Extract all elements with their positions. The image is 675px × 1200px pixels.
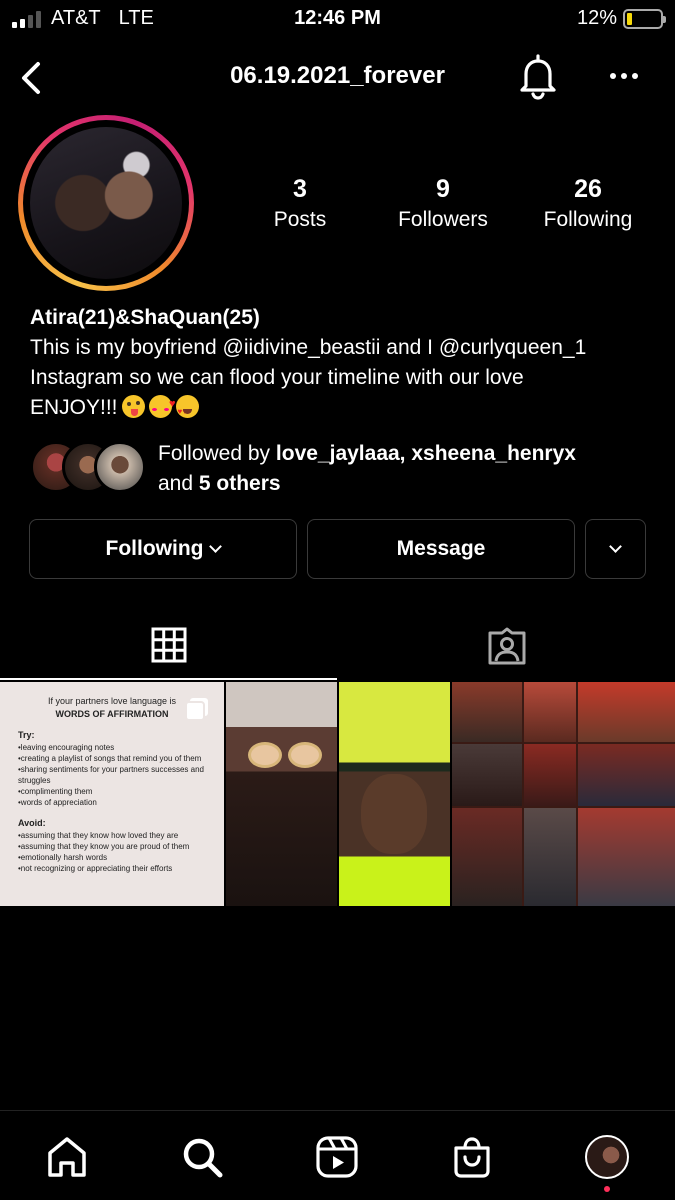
posts-stat[interactable]: 3 Posts xyxy=(262,175,338,232)
shop-icon xyxy=(454,1137,490,1178)
reels-icon xyxy=(316,1136,358,1178)
nav-home[interactable] xyxy=(43,1133,91,1181)
nav-reels[interactable] xyxy=(313,1133,361,1181)
followed-by-prefix: Followed by xyxy=(158,442,271,465)
post-tile-words-of-affirmation[interactable]: If your partners love language is WORDS … xyxy=(0,682,224,906)
selfie-photo-right xyxy=(339,682,450,906)
smiling-hearts-emoji-icon xyxy=(148,389,176,419)
try-items: •leaving encouraging notes •creating a p… xyxy=(18,743,204,807)
followed-by-text: Followed by love_jaylaaa, xsheena_henryx… xyxy=(158,439,576,499)
bottom-nav xyxy=(0,1110,675,1200)
profile-bio: Atira(21)&ShaQuan(25) This is my boyfrie… xyxy=(30,303,660,427)
posts-label: Posts xyxy=(273,208,327,231)
avatar-photo xyxy=(30,127,182,279)
followers-label: Followers xyxy=(398,208,488,231)
following-count: 26 xyxy=(574,175,602,203)
message-button[interactable]: Message xyxy=(307,519,575,579)
collage-photo xyxy=(578,744,675,806)
post-tile-selfies[interactable] xyxy=(226,682,450,906)
clock: 12:46 PM xyxy=(294,7,381,29)
try-label: Try: xyxy=(18,730,35,740)
collage-photo xyxy=(452,744,522,806)
profile-avatar-small xyxy=(585,1135,629,1179)
post-body: Try: •leaving encouraging notes •creatin… xyxy=(18,730,218,874)
profile-avatar[interactable] xyxy=(18,115,194,291)
heart-glasses xyxy=(248,742,282,768)
followed-by-and: and xyxy=(158,472,194,495)
posts-count: 3 xyxy=(293,175,307,203)
chevron-down-icon xyxy=(609,539,622,553)
heart-eyes-emoji-icon xyxy=(175,395,199,427)
bio-line-3: ENJOY!!! xyxy=(30,396,118,419)
following-stat[interactable]: 26 Following xyxy=(536,175,640,232)
face-shape xyxy=(361,774,427,854)
tagged-icon xyxy=(488,627,525,665)
collage-photo xyxy=(452,808,522,906)
followed-by-others: 5 others xyxy=(198,472,281,495)
status-bar: AT&T LTE 12:46 PM 12% xyxy=(0,0,675,40)
bio-line-1: This is my boyfriend @iidivine_beastii a… xyxy=(30,336,587,359)
search-icon xyxy=(183,1138,223,1178)
more-options-icon[interactable] xyxy=(604,58,644,94)
display-name: Atira(21)&ShaQuan(25) xyxy=(30,306,260,329)
notification-dot xyxy=(604,1186,610,1192)
bio-line-3-row: ENJOY!!! xyxy=(30,389,660,427)
avoid-items: •assuming that they know how loved they … xyxy=(18,831,190,873)
posts-grid: If your partners love language is WORDS … xyxy=(0,682,675,906)
home-icon xyxy=(48,1137,86,1177)
followers-count: 9 xyxy=(436,175,450,203)
collage-photo xyxy=(578,808,675,906)
profile-header: 06.19.2021_forever xyxy=(0,48,675,104)
nav-shop[interactable] xyxy=(448,1133,496,1181)
following-button-label: Following xyxy=(105,537,204,560)
heart-glasses xyxy=(288,742,322,768)
post-tile-christmas-collage[interactable] xyxy=(452,682,675,906)
status-right: 12% xyxy=(576,7,666,30)
profile-tabs xyxy=(0,612,675,680)
zany-face-emoji-icon xyxy=(121,395,145,418)
bio-line-2: Instagram so we can flood your timeline … xyxy=(30,366,524,389)
bell-icon[interactable] xyxy=(516,52,560,100)
followed-by-users: love_jaylaaa, xsheena_henryx xyxy=(275,442,576,465)
chevron-down-icon xyxy=(209,539,223,553)
follower-avatar xyxy=(94,441,146,493)
grid-icon xyxy=(151,627,186,663)
battery-percent: 12% xyxy=(576,7,617,29)
collage-photo xyxy=(524,744,576,806)
following-label: Following xyxy=(543,208,633,231)
collage-photo xyxy=(578,682,675,742)
carousel-icon xyxy=(185,698,208,721)
message-button-label: Message xyxy=(396,537,486,560)
nav-profile[interactable] xyxy=(583,1133,631,1181)
post-header-line: If your partners love language is xyxy=(47,696,177,706)
following-button[interactable]: Following xyxy=(29,519,297,579)
collage-photo xyxy=(524,808,576,906)
followed-by[interactable]: Followed by love_jaylaaa, xsheena_henryx… xyxy=(30,437,670,499)
profile-username: 06.19.2021_forever xyxy=(230,62,445,89)
collage-photo xyxy=(524,682,576,742)
collage-photo xyxy=(452,682,522,742)
battery-icon xyxy=(623,8,666,29)
avatar-border xyxy=(23,120,189,286)
selfie-photo-left xyxy=(226,682,337,906)
nav-search[interactable] xyxy=(178,1133,226,1181)
avoid-label: Avoid: xyxy=(18,818,46,828)
tab-tagged[interactable] xyxy=(338,612,675,680)
followers-stat[interactable]: 9 Followers xyxy=(388,175,498,232)
tab-grid[interactable] xyxy=(0,612,337,680)
suggested-accounts-button[interactable] xyxy=(585,519,646,579)
